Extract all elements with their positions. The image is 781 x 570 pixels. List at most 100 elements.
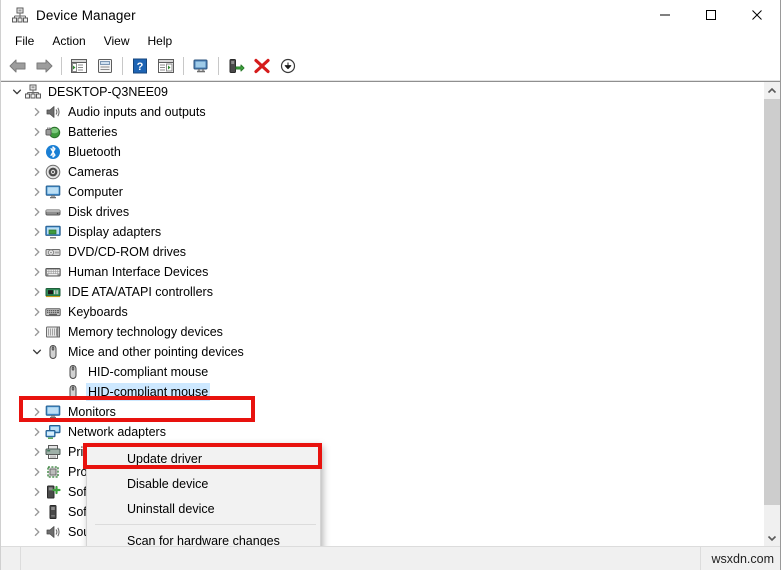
- mouse-icon: [45, 344, 61, 360]
- back-icon[interactable]: [5, 54, 31, 78]
- update-driver-icon[interactable]: [223, 54, 249, 78]
- dvd-drive-icon: [45, 244, 61, 260]
- tree-item-label: Memory technology devices: [68, 325, 223, 339]
- tree-item[interactable]: Human Interface Devices: [1, 262, 763, 282]
- chevron-right-icon[interactable]: [29, 422, 45, 442]
- chevron-right-icon[interactable]: [29, 122, 45, 142]
- tree-item[interactable]: Display adapters: [1, 222, 763, 242]
- menu-view[interactable]: View: [95, 32, 139, 50]
- forward-icon[interactable]: [31, 54, 57, 78]
- chevron-right-icon[interactable]: [29, 282, 45, 302]
- status-bar: wsxdn.com: [1, 546, 780, 570]
- chevron-right-icon[interactable]: [29, 162, 45, 182]
- chevron-right-icon[interactable]: [29, 182, 45, 202]
- scroll-up-button[interactable]: [764, 82, 780, 99]
- chevron-right-icon[interactable]: [29, 262, 45, 282]
- chevron-right-icon[interactable]: [29, 242, 45, 262]
- vertical-scrollbar[interactable]: [763, 82, 780, 546]
- chevron-right-icon[interactable]: [29, 142, 45, 162]
- view-icon[interactable]: [153, 54, 179, 78]
- tree-item-label: Disk drives: [68, 205, 130, 219]
- tree-item[interactable]: Network adapters: [1, 422, 763, 442]
- menu-help[interactable]: Help: [139, 32, 182, 50]
- tree-item[interactable]: Memory technology devices: [1, 322, 763, 342]
- chevron-down-icon[interactable]: [29, 342, 45, 362]
- chevron-right-icon[interactable]: [29, 222, 45, 242]
- chevron-down-icon[interactable]: [9, 82, 25, 102]
- toolbar: ?: [1, 52, 780, 81]
- context-menu-item[interactable]: Scan for hardware changes: [87, 528, 320, 547]
- chevron-right-icon[interactable]: [29, 302, 45, 322]
- mouse-icon: [65, 364, 81, 380]
- chevron-right-icon[interactable]: [29, 442, 45, 462]
- tree-item[interactable]: Cameras: [1, 162, 763, 182]
- tree-item-label: Keyboards: [68, 305, 128, 319]
- tree-item[interactable]: Mice and other pointing devices: [1, 342, 763, 362]
- watermark: wsxdn.com: [711, 551, 774, 566]
- bluetooth-icon: [45, 144, 61, 160]
- close-button[interactable]: [734, 0, 780, 30]
- speaker-icon: [45, 524, 61, 540]
- tree-item[interactable]: IDE ATA/ATAPI controllers: [1, 282, 763, 302]
- tree-item[interactable]: Keyboards: [1, 302, 763, 322]
- chevron-right-icon[interactable]: [29, 522, 45, 542]
- minimize-button[interactable]: [642, 0, 688, 30]
- menu-bar: File Action View Help: [1, 30, 780, 52]
- maximize-button[interactable]: [688, 0, 734, 30]
- scroll-down-button[interactable]: [764, 529, 780, 546]
- chevron-right-icon[interactable]: [29, 202, 45, 222]
- toolbar-separator: [122, 57, 123, 75]
- scrollbar-thumb[interactable]: [764, 99, 780, 505]
- context-menu-item[interactable]: Uninstall device: [87, 496, 320, 521]
- tree-item[interactable]: DESKTOP-Q3NEE09: [1, 82, 763, 102]
- tree-item-label: Batteries: [68, 125, 118, 139]
- chevron-right-icon[interactable]: [29, 502, 45, 522]
- tree-item[interactable]: Audio inputs and outputs: [1, 102, 763, 122]
- software-device-icon: [45, 504, 61, 520]
- chevron-right-icon[interactable]: [29, 462, 45, 482]
- printer-icon: [45, 444, 61, 460]
- toolbar-separator: [183, 57, 184, 75]
- processor-icon: [45, 464, 61, 480]
- client-area: DESKTOP-Q3NEE09 Audio inputs and outputs B…: [1, 81, 780, 546]
- help-icon[interactable]: ?: [127, 54, 153, 78]
- display-adapter-icon: [45, 224, 61, 240]
- show-hide-console-tree-icon[interactable]: [66, 54, 92, 78]
- window-controls: [642, 0, 780, 30]
- toolbar-separator: [218, 57, 219, 75]
- device-manager-window: Device Manager File Action View Help ? D…: [0, 0, 781, 570]
- chevron-right-icon[interactable]: [29, 102, 45, 122]
- chevron-right-icon[interactable]: [29, 482, 45, 502]
- tree-item[interactable]: Disk drives: [1, 202, 763, 222]
- tree-item[interactable]: Computer: [1, 182, 763, 202]
- tree-item[interactable]: Monitors: [1, 402, 763, 422]
- title-bar: Device Manager: [1, 0, 780, 30]
- tree-item-label: HID-compliant mouse: [88, 365, 209, 379]
- chevron-right-icon[interactable]: [29, 322, 45, 342]
- monitor-icon: [45, 184, 61, 200]
- tree-item[interactable]: DVD/CD-ROM drives: [1, 242, 763, 262]
- scan-for-hardware-changes-icon[interactable]: [188, 54, 214, 78]
- uninstall-device-icon[interactable]: [249, 54, 275, 78]
- toolbar-separator: [61, 57, 62, 75]
- keyboard-icon: [45, 304, 61, 320]
- menu-action[interactable]: Action: [43, 32, 94, 50]
- status-cell-left: [1, 547, 21, 570]
- context-menu-item[interactable]: Disable device: [87, 471, 320, 496]
- chevron-right-icon[interactable]: [29, 402, 45, 422]
- properties-icon[interactable]: [92, 54, 118, 78]
- tree-item[interactable]: Bluetooth: [1, 142, 763, 162]
- tree-item[interactable]: HID-compliant mouse: [1, 362, 763, 382]
- tree-item-label: Display adapters: [68, 225, 162, 239]
- context-menu-item[interactable]: Update driver: [87, 446, 320, 471]
- tree-item-label: IDE ATA/ATAPI controllers: [68, 285, 213, 299]
- device-tree-pane[interactable]: DESKTOP-Q3NEE09 Audio inputs and outputs B…: [1, 82, 763, 546]
- tree-item-label: Monitors: [68, 405, 116, 419]
- tree-item-label: Computer: [68, 185, 123, 199]
- battery-icon: [45, 124, 61, 140]
- tree-item[interactable]: Batteries: [1, 122, 763, 142]
- tree-item-label: Audio inputs and outputs: [68, 105, 206, 119]
- disable-device-icon[interactable]: [275, 54, 301, 78]
- tree-item[interactable]: HID-compliant mouse: [1, 382, 763, 402]
- menu-file[interactable]: File: [6, 32, 43, 50]
